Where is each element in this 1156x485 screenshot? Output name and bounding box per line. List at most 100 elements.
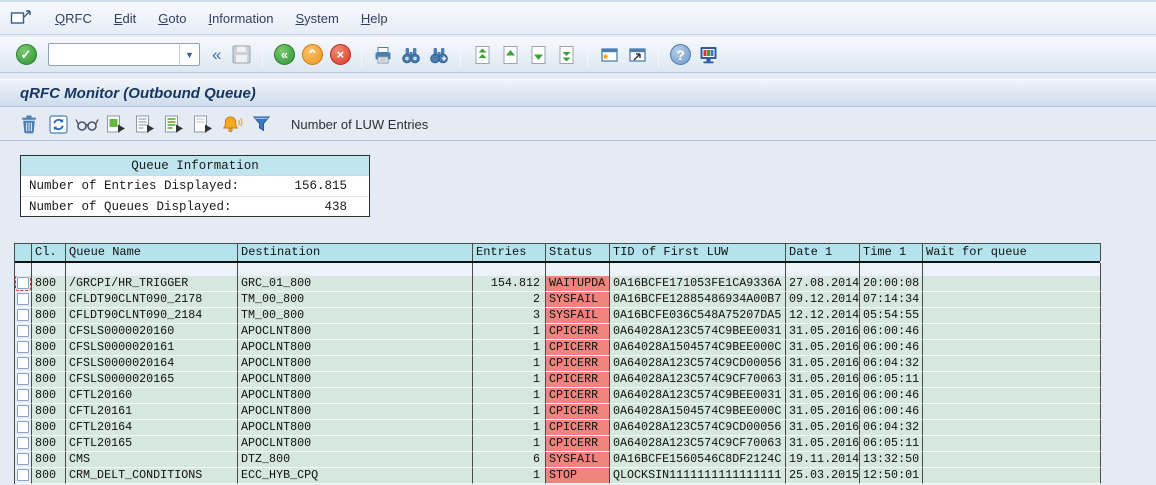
deactivate-queue-button[interactable] — [190, 112, 216, 136]
col-header-time-1[interactable]: Time 1 — [860, 243, 923, 261]
cell-status[interactable]: CPICERR — [546, 436, 610, 452]
find-button[interactable] — [398, 42, 424, 68]
save-button[interactable] — [228, 42, 254, 68]
cell-date[interactable]: 31.05.2016 — [786, 324, 860, 340]
row-select-checkbox[interactable] — [17, 357, 29, 369]
col-header-cl-[interactable]: Cl. — [32, 243, 66, 261]
cell-queue[interactable]: CFSLS0000020161 — [66, 340, 238, 356]
display-button[interactable] — [74, 112, 100, 136]
cell-cl[interactable]: 800 — [32, 452, 66, 468]
delete-button[interactable] — [16, 112, 42, 136]
cell-cl[interactable]: 800 — [32, 404, 66, 420]
cell-date[interactable]: 12.12.2014 — [786, 308, 860, 324]
cell-time[interactable]: 06:00:46 — [860, 324, 923, 340]
cell-time[interactable]: 05:54:55 — [860, 308, 923, 324]
filter-button[interactable] — [248, 112, 274, 136]
cell-tid[interactable]: 0A64028A123C574C9BEE0031 — [610, 324, 786, 340]
cell-status[interactable]: CPICERR — [546, 420, 610, 436]
cell-wait[interactable] — [923, 420, 1101, 436]
col-header-select[interactable] — [15, 243, 32, 261]
cell-cl[interactable]: 800 — [32, 308, 66, 324]
cell-dest[interactable]: TM_00_800 — [238, 308, 473, 324]
menu-information[interactable]: Information — [197, 2, 284, 34]
cell-date[interactable]: 09.12.2014 — [786, 292, 860, 308]
cell-tid[interactable]: 0A64028A123C574C9CD00056 — [610, 356, 786, 372]
create-shortcut-button[interactable] — [624, 42, 650, 68]
cell-cl[interactable]: 800 — [32, 388, 66, 404]
row-select-checkbox[interactable] — [17, 293, 29, 305]
cell-time[interactable]: 07:14:34 — [860, 292, 923, 308]
cell-date[interactable]: 19.11.2014 — [786, 452, 860, 468]
cell-entries[interactable]: 1 — [473, 468, 546, 484]
cell-time[interactable]: 06:04:32 — [860, 420, 923, 436]
cell-entries[interactable]: 154.812 — [473, 276, 546, 292]
cell-entries[interactable]: 1 — [473, 340, 546, 356]
first-page-button[interactable] — [469, 42, 495, 68]
cell-status[interactable]: CPICERR — [546, 372, 610, 388]
command-dropdown-icon[interactable]: ▼ — [179, 44, 199, 65]
cell-time[interactable]: 20:00:08 — [860, 276, 923, 292]
refresh-button[interactable] — [45, 112, 71, 136]
cell-date[interactable]: 25.03.2015 — [786, 468, 860, 484]
cell-entries[interactable]: 1 — [473, 388, 546, 404]
row-select-checkbox[interactable] — [17, 453, 29, 465]
cell-time[interactable]: 06:05:11 — [860, 372, 923, 388]
customize-layout-button[interactable] — [695, 42, 721, 68]
cell-status[interactable]: CPICERR — [546, 388, 610, 404]
cell-entries[interactable]: 1 — [473, 372, 546, 388]
cell-status[interactable]: CPICERR — [546, 404, 610, 420]
cell-dest[interactable]: ECC_HYB_CPQ — [238, 468, 473, 484]
col-header-destination[interactable]: Destination — [238, 243, 473, 261]
alarm-button[interactable] — [219, 112, 245, 136]
cell-entries[interactable]: 3 — [473, 308, 546, 324]
row-select-checkbox[interactable] — [17, 373, 29, 385]
cell-dest[interactable]: APOCLNT800 — [238, 420, 473, 436]
command-field[interactable]: ▼ — [48, 43, 200, 66]
cell-time[interactable]: 06:00:46 — [860, 388, 923, 404]
cell-wait[interactable] — [923, 276, 1101, 292]
cell-time[interactable]: 06:00:46 — [860, 340, 923, 356]
cell-tid[interactable]: 0A16BCFE12885486934A00B7 — [610, 292, 786, 308]
menu-qrfc[interactable]: QRFC — [44, 2, 103, 34]
cell-queue[interactable]: /GRCPI/HR_TRIGGER — [66, 276, 238, 292]
cell-cl[interactable]: 800 — [32, 276, 66, 292]
cell-entries[interactable]: 1 — [473, 420, 546, 436]
back-button[interactable]: « — [271, 42, 297, 68]
cell-tid[interactable]: 0A64028A123C574C9CF70063 — [610, 436, 786, 452]
cell-cl[interactable]: 800 — [32, 436, 66, 452]
help-button[interactable]: ? — [667, 42, 693, 68]
cell-dest[interactable]: APOCLNT800 — [238, 436, 473, 452]
menu-help[interactable]: Help — [350, 2, 399, 34]
cell-cl[interactable]: 800 — [32, 372, 66, 388]
row-select-checkbox[interactable] — [17, 421, 29, 433]
row-select-checkbox[interactable] — [17, 437, 29, 449]
cell-wait[interactable] — [923, 356, 1101, 372]
cell-cl[interactable]: 800 — [32, 324, 66, 340]
cell-date[interactable]: 31.05.2016 — [786, 356, 860, 372]
cell-status[interactable]: WAITUPDA — [546, 276, 610, 292]
cell-tid[interactable]: 0A64028A123C574C9CD00056 — [610, 420, 786, 436]
cell-dest[interactable]: APOCLNT800 — [238, 356, 473, 372]
cell-date[interactable]: 31.05.2016 — [786, 372, 860, 388]
cell-tid[interactable]: 0A64028A1504574C9BEE000C — [610, 404, 786, 420]
cell-status[interactable]: CPICERR — [546, 324, 610, 340]
cell-entries[interactable]: 1 — [473, 404, 546, 420]
row-select-checkbox[interactable] — [17, 341, 29, 353]
cell-dest[interactable]: APOCLNT800 — [238, 372, 473, 388]
cell-dest[interactable]: APOCLNT800 — [238, 324, 473, 340]
cell-wait[interactable] — [923, 292, 1101, 308]
cell-queue[interactable]: CRM_DELT_CONDITIONS — [66, 468, 238, 484]
cell-tid[interactable]: QLOCKSIN1111111111111111 — [610, 468, 786, 484]
cell-status[interactable]: CPICERR — [546, 340, 610, 356]
cell-tid[interactable]: 0A16BCFE036C548A75207DA5 — [610, 308, 786, 324]
col-header-tid-of-first-luw[interactable]: TID of First LUW — [610, 243, 786, 261]
last-page-button[interactable] — [553, 42, 579, 68]
cell-wait[interactable] — [923, 404, 1101, 420]
cell-dest[interactable]: GRC_01_800 — [238, 276, 473, 292]
find-next-button[interactable] — [426, 42, 452, 68]
row-select-checkbox[interactable] — [17, 309, 29, 321]
cell-date[interactable]: 31.05.2016 — [786, 388, 860, 404]
cell-time[interactable]: 06:00:46 — [860, 404, 923, 420]
row-select-checkbox[interactable] — [17, 469, 29, 481]
cell-date[interactable]: 27.08.2014 — [786, 276, 860, 292]
